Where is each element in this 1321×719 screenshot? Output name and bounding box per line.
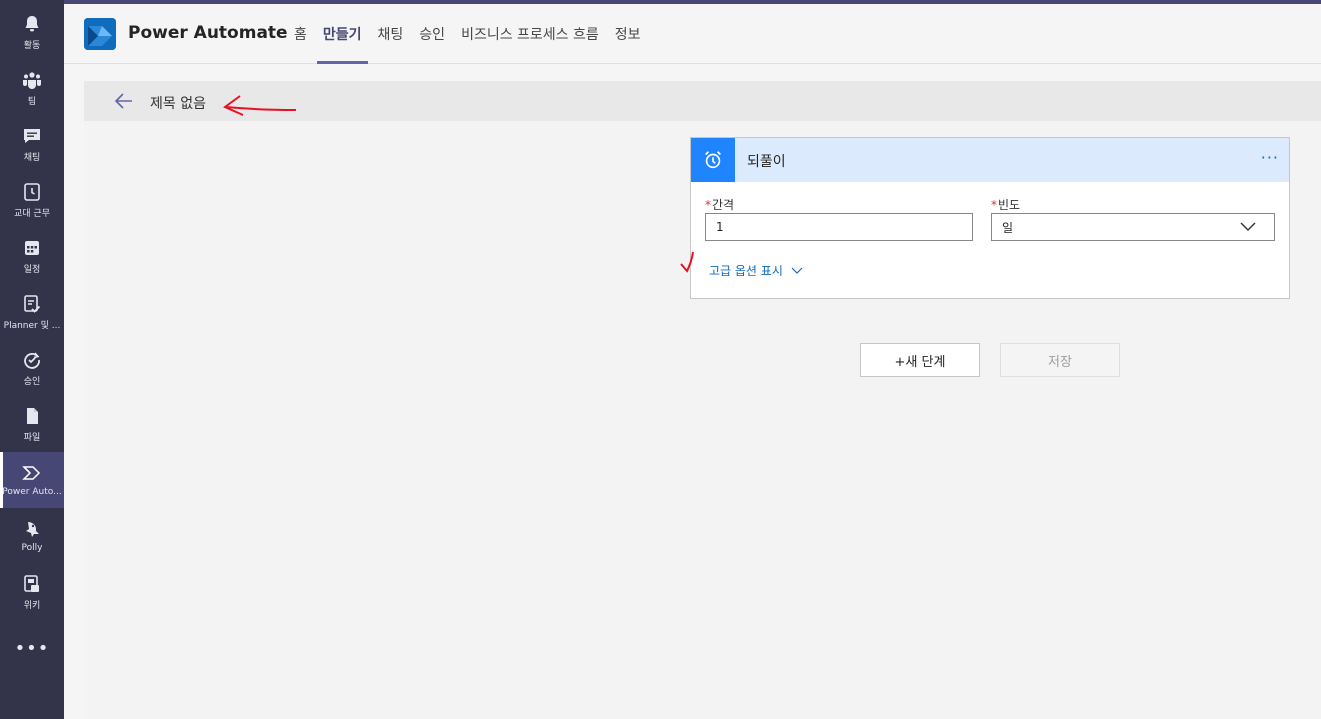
rail-label: 활동 [23, 40, 41, 51]
calendar-icon [25, 240, 39, 255]
app-tabs: 홈 만들기 채팅 승인 비즈니스 프로세스 흐름 정보 [286, 4, 649, 64]
rail-item-power-automate[interactable]: Power Auto... [0, 452, 64, 508]
required-mark: * [991, 198, 997, 212]
rail-item-planner[interactable]: Planner 및 ... [0, 284, 64, 340]
bell-icon [25, 15, 39, 31]
trigger-card-header[interactable]: 되풀이 ··· [691, 138, 1289, 182]
tab-chat[interactable]: 채팅 [370, 4, 412, 64]
annotation-arrow-icon [223, 95, 297, 116]
wiki-icon [24, 574, 39, 592]
rail-item-chat[interactable]: 채팅 [0, 116, 64, 172]
chevron-down-icon [1240, 222, 1256, 231]
rail-item-files[interactable]: 파일 [0, 396, 64, 452]
frequency-label: *빈도 [991, 196, 1020, 213]
app-rail: 활동 팀 채팅 교대 근무 일정 Planner 및 ... 승인 파일 Pow… [0, 0, 64, 719]
rail-label: 파일 [23, 432, 41, 443]
rail-label: Polly [21, 543, 43, 553]
more-options-button[interactable]: ··· [1261, 148, 1279, 167]
chevron-down-icon [791, 267, 803, 274]
rail-label: 승인 [23, 376, 41, 387]
more-apps-button[interactable]: ••• [0, 630, 64, 666]
flow-titlebar: 제목 없음 [84, 81, 1321, 121]
rail-item-calendar[interactable]: 일정 [0, 228, 64, 284]
rail-item-activity[interactable]: 활동 [0, 4, 64, 60]
required-mark: * [705, 198, 711, 212]
frequency-value: 일 [1002, 220, 1014, 235]
rail-label: 채팅 [23, 152, 41, 163]
trigger-card-recurrence: 되풀이 ··· *간격 1 *빈도 일 고급 옵션 표시 [680, 137, 1290, 299]
rail-label: 위키 [23, 600, 41, 611]
trigger-title: 되풀이 [747, 154, 786, 170]
tab-create[interactable]: 만들기 [315, 4, 370, 64]
show-advanced-options-link[interactable]: 고급 옵션 표시 [709, 262, 803, 279]
rail-label: 교대 근무 [14, 208, 50, 219]
app-header: Power Automate 홈 만들기 채팅 승인 비즈니스 프로세스 흐름 … [64, 4, 1321, 64]
tab-approvals[interactable]: 승인 [411, 4, 453, 64]
tab-business-process-flows[interactable]: 비즈니스 프로세스 흐름 [453, 4, 607, 64]
flow-designer: 제목 없음 되풀이 ··· *간격 1 *빈도 일 고급 옵션 표시 +새 단계… [84, 81, 1321, 719]
teams-icon [23, 71, 41, 89]
frequency-label-text: 빈도 [998, 198, 1021, 212]
interval-label-text: 간격 [712, 198, 735, 212]
advanced-options-label: 고급 옵션 표시 [709, 264, 783, 278]
tab-about[interactable]: 정보 [607, 4, 649, 64]
approvals-icon [24, 351, 40, 369]
rail-label: 팀 [27, 96, 37, 107]
clock-icon [24, 182, 40, 201]
rail-label: 일정 [23, 264, 41, 275]
interval-label: *간격 [705, 196, 734, 213]
planner-icon [24, 294, 41, 313]
rail-item-shifts[interactable]: 교대 근무 [0, 172, 64, 228]
chat-icon [24, 128, 40, 143]
power-automate-icon [22, 466, 41, 480]
back-arrow-icon[interactable] [114, 92, 134, 110]
app-title: Power Automate [128, 23, 288, 43]
power-automate-logo-icon [84, 18, 116, 50]
frequency-dropdown[interactable]: 일 [991, 213, 1275, 241]
save-button[interactable]: 저장 [1000, 343, 1120, 377]
file-icon [27, 407, 38, 424]
rail-item-wiki[interactable]: 위키 [0, 564, 64, 620]
flow-title[interactable]: 제목 없음 [150, 93, 206, 113]
alarm-clock-icon [691, 138, 735, 182]
tab-home[interactable]: 홈 [286, 4, 315, 64]
rail-label: Planner 및 ... [3, 320, 61, 331]
rail-item-teams[interactable]: 팀 [0, 60, 64, 116]
polly-icon [26, 522, 39, 537]
rail-label: Power Auto... [2, 487, 62, 497]
interval-value: 1 [716, 220, 724, 234]
annotation-checkmark-icon [680, 251, 694, 273]
new-step-button[interactable]: +새 단계 [860, 343, 980, 377]
rail-item-polly[interactable]: Polly [0, 508, 64, 564]
interval-input[interactable]: 1 [705, 213, 973, 241]
rail-item-approvals[interactable]: 승인 [0, 340, 64, 396]
